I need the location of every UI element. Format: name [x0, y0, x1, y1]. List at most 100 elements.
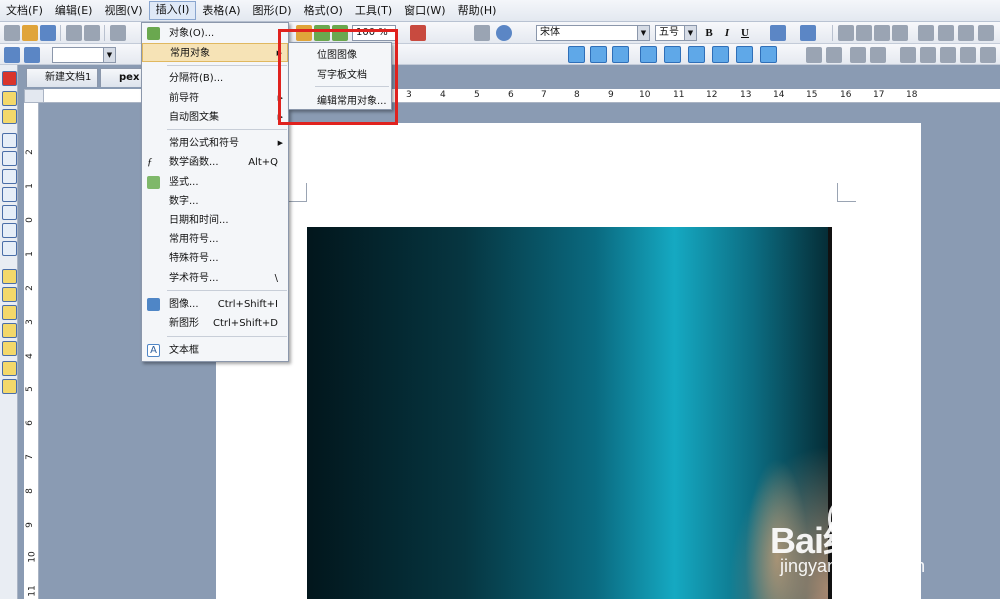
font-name-combo[interactable]: 宋体 ▼	[536, 25, 650, 41]
menu-item-special-symbols[interactable]: 特殊符号...	[142, 249, 288, 268]
menu-item-textbox[interactable]: A 文本框	[142, 341, 288, 360]
ruler-number: 9	[24, 522, 35, 528]
menu-file[interactable]: 文档(F)	[0, 2, 49, 20]
menu-item-common-symbols[interactable]: 常用符号...	[142, 230, 288, 249]
menu-item-autotext[interactable]: 自动图文集 ▶	[142, 108, 288, 127]
justify-icon[interactable]	[892, 25, 908, 41]
pencil-icon[interactable]	[2, 323, 17, 338]
inserted-photo[interactable]	[307, 227, 832, 599]
tab-pex[interactable]: pex	[100, 68, 147, 87]
menu-item-datetime[interactable]: 日期和时间...	[142, 211, 288, 230]
tool-icon[interactable]	[2, 223, 17, 238]
menu-window[interactable]: 窗口(W)	[398, 2, 451, 20]
chevron-down-icon[interactable]: ▼	[637, 26, 649, 40]
tool-icon[interactable]	[2, 169, 17, 184]
group-icon[interactable]	[806, 47, 822, 63]
shape-icon[interactable]	[612, 46, 629, 63]
tool-icon[interactable]	[2, 109, 17, 124]
italic-button[interactable]: I	[719, 25, 735, 41]
pencil-icon[interactable]	[2, 361, 17, 376]
align-left-icon[interactable]	[838, 25, 854, 41]
layer-icon[interactable]	[980, 47, 996, 63]
shape-icon[interactable]	[590, 46, 607, 63]
pencil-icon[interactable]	[2, 305, 17, 320]
draw-edit-icon[interactable]	[4, 47, 20, 63]
shape-icon[interactable]	[760, 46, 777, 63]
highlight-color-icon[interactable]	[770, 25, 786, 41]
lightning-icon[interactable]	[2, 91, 17, 106]
tool-icon[interactable]	[2, 187, 17, 202]
menu-item-number[interactable]: 数字...	[142, 192, 288, 211]
layer-icon[interactable]	[900, 47, 916, 63]
paragraph-mark-icon[interactable]	[474, 25, 490, 41]
tool-icon[interactable]	[2, 151, 17, 166]
tool-icon[interactable]	[2, 133, 17, 148]
arrange-icon[interactable]	[850, 47, 866, 63]
tab-new-document[interactable]: 新建文档1	[26, 68, 99, 87]
menu-item-academic-symbols[interactable]: 学术符号... \	[142, 269, 288, 288]
shape-icon[interactable]	[736, 46, 753, 63]
menu-item-math-function[interactable]: ƒ 数学函数... Alt+Q	[142, 153, 288, 172]
tool-icon[interactable]	[2, 205, 17, 220]
shape-icon[interactable]	[664, 46, 681, 63]
font-size-combo[interactable]: 五号 ▼	[655, 25, 697, 41]
pencil-icon[interactable]	[2, 269, 17, 284]
bullet-list-icon[interactable]	[918, 25, 934, 41]
layer-icon[interactable]	[960, 47, 976, 63]
save-icon[interactable]	[40, 25, 56, 41]
pencil-icon[interactable]	[2, 287, 17, 302]
tool-icon[interactable]	[2, 241, 17, 256]
help-icon[interactable]	[496, 25, 512, 41]
menu-item-separator[interactable]: 分隔符(B)...	[142, 69, 288, 88]
print-icon[interactable]	[66, 25, 82, 41]
shape-icon[interactable]	[688, 46, 705, 63]
menu-item-leader[interactable]: 前导符 ▶	[142, 89, 288, 108]
menu-item-object[interactable]: 对象(O)...	[142, 24, 288, 43]
shape-icon[interactable]	[568, 46, 585, 63]
menu-insert[interactable]: 插入(I)	[148, 1, 197, 20]
menu-item-formulas[interactable]: 常用公式和符号 ▶	[142, 134, 288, 153]
open-folder-icon[interactable]	[22, 25, 38, 41]
menu-item-new-shape[interactable]: 新图形 Ctrl+Shift+D	[142, 314, 288, 333]
cut-icon[interactable]	[110, 25, 126, 41]
menu-item-common-objects[interactable]: 常用对象 ▶	[142, 43, 288, 62]
align-center-icon[interactable]	[856, 25, 872, 41]
menu-format[interactable]: 格式(O)	[298, 2, 349, 20]
ungroup-icon[interactable]	[826, 47, 842, 63]
new-document-icon[interactable]	[4, 25, 20, 41]
layer-icon[interactable]	[940, 47, 956, 63]
menu-view[interactable]: 视图(V)	[98, 2, 148, 20]
bold-button[interactable]: B	[701, 25, 717, 41]
arrange-icon[interactable]	[870, 47, 886, 63]
pencil-icon[interactable]	[2, 379, 17, 394]
shape-icon[interactable]	[712, 46, 729, 63]
chevron-down-icon[interactable]: ▼	[103, 48, 115, 62]
underline-button[interactable]: U	[737, 25, 753, 41]
menu-item-image[interactable]: 图像... Ctrl+Shift+I	[142, 295, 288, 314]
indent-decrease-icon[interactable]	[958, 25, 974, 41]
menu-tools[interactable]: 工具(T)	[349, 2, 398, 20]
menu-edit[interactable]: 编辑(E)	[49, 2, 99, 20]
highlight-callout-box	[278, 29, 398, 125]
align-right-icon[interactable]	[874, 25, 890, 41]
layer-icon[interactable]	[920, 47, 936, 63]
pencil-icon[interactable]	[2, 341, 17, 356]
menu-item-vertical-calc[interactable]: 竖式...	[142, 173, 288, 192]
line-style-combo[interactable]: ▼	[52, 47, 116, 63]
magnet-icon[interactable]	[2, 71, 17, 86]
chevron-down-icon[interactable]: ▼	[684, 26, 696, 40]
numbered-list-icon[interactable]	[938, 25, 954, 41]
font-name-value: 宋体	[540, 27, 560, 38]
font-color-icon[interactable]	[800, 25, 816, 41]
menu-help[interactable]: 帮助(H)	[452, 2, 503, 20]
menu-table[interactable]: 表格(A)	[196, 2, 246, 20]
indent-increase-icon[interactable]	[978, 25, 994, 41]
menu-separator	[167, 290, 287, 291]
ruler-corner[interactable]	[24, 89, 44, 103]
menu-graphics[interactable]: 图形(D)	[247, 2, 298, 20]
draw-select-icon[interactable]	[24, 47, 40, 63]
insert-chart-icon[interactable]	[410, 25, 426, 41]
ruler-number: 0	[24, 217, 35, 223]
shape-icon[interactable]	[640, 46, 657, 63]
print-preview-icon[interactable]	[84, 25, 100, 41]
